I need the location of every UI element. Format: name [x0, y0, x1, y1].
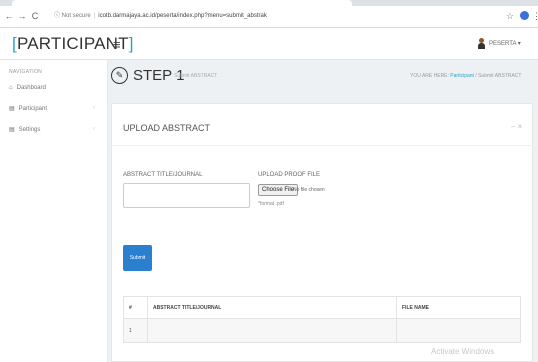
submit-button[interactable]: Submit [123, 245, 152, 271]
sidebar-item-dashboard[interactable]: ⌂ Dashboard [9, 85, 46, 91]
pencil-icon: ✎ [111, 67, 128, 84]
panel-collapse-close-icons[interactable]: – × [511, 122, 522, 131]
panel-divider [111, 145, 533, 146]
chevron-left-icon: ‹ [93, 126, 95, 132]
url-text: icotb.darmajaya.ac.id/peserta/index.php?… [98, 13, 267, 19]
table-row: 1 [123, 318, 521, 343]
page-subtitle: Submit ABSTRACT [174, 73, 218, 79]
breadcrumb-separator: / [475, 73, 477, 79]
abstract-title-input[interactable] [123, 183, 250, 208]
sidebar-item-label: Settings [18, 127, 41, 133]
column-header-filename: FILE NAME [396, 296, 521, 319]
user-menu[interactable]: PESERTA ▾ [489, 40, 521, 47]
address-bar[interactable]: ⓘ Not secure | icotb.darmajaya.ac.id/peser… [54, 9, 504, 24]
table-header-row: # ABSTRACT TITLE/JOURNAL FILE NAME [123, 296, 521, 319]
reload-icon[interactable]: C [30, 9, 40, 23]
brand-text: PARTICIPANT [16, 34, 129, 53]
file-status-text: No file chosen [293, 187, 325, 193]
table-cell [147, 318, 397, 343]
breadcrumb-current: Submit ABSTRACT [478, 73, 522, 79]
choose-file-button[interactable]: Choose File [258, 184, 299, 196]
abstract-table: # ABSTRACT TITLE/JOURNAL FILE NAME 1 [123, 296, 521, 343]
hamburger-menu-icon[interactable]: ≡ [113, 37, 121, 52]
extension-icon[interactable] [520, 11, 529, 20]
home-icon: ⌂ [9, 85, 13, 91]
sidebar-item-label: Dashboard [16, 85, 46, 91]
column-header-title: ABSTRACT TITLE/JOURNAL [147, 296, 397, 319]
panel-title: UPLOAD ABSTRACT [123, 123, 211, 133]
document-icon: ▤ [9, 106, 15, 112]
user-avatar-icon[interactable] [478, 38, 485, 49]
back-icon[interactable]: ← [4, 9, 14, 23]
sidebar-item-settings[interactable]: ▤ Settings [9, 126, 40, 133]
activate-windows-watermark: Activate Windows [431, 347, 495, 356]
chevron-left-icon: ‹ [93, 105, 95, 111]
table-cell [396, 318, 521, 343]
breadcrumb-link-participant[interactable]: Participant [450, 73, 474, 79]
breadcrumb-prefix: YOU ARE HERE: [410, 73, 449, 79]
file-format-hint: *format .pdf [258, 201, 284, 207]
breadcrumb: YOU ARE HERE: Participant / Submit ABSTR… [410, 73, 521, 79]
file-field-label: UPLOAD PROOF FILE [258, 172, 321, 178]
document-icon: ▤ [9, 127, 15, 133]
brand-bracket-close: ] [128, 34, 134, 53]
security-indicator[interactable]: ⓘ Not secure [54, 13, 91, 19]
forward-icon[interactable]: → [17, 9, 27, 23]
column-header-number: # [123, 296, 148, 319]
browser-menu-icon[interactable]: ⋮ [532, 9, 538, 23]
sidebar-item-participant[interactable]: ▤ Participant [9, 105, 47, 112]
bookmark-star-icon[interactable]: ☆ [506, 9, 514, 23]
table-cell: 1 [123, 318, 148, 343]
sidebar-item-label: Participant [18, 106, 48, 112]
sidebar-heading: NAVIGATION [9, 69, 43, 75]
title-field-label: ABSTRACT TITLE/JOURNAL [123, 172, 203, 178]
